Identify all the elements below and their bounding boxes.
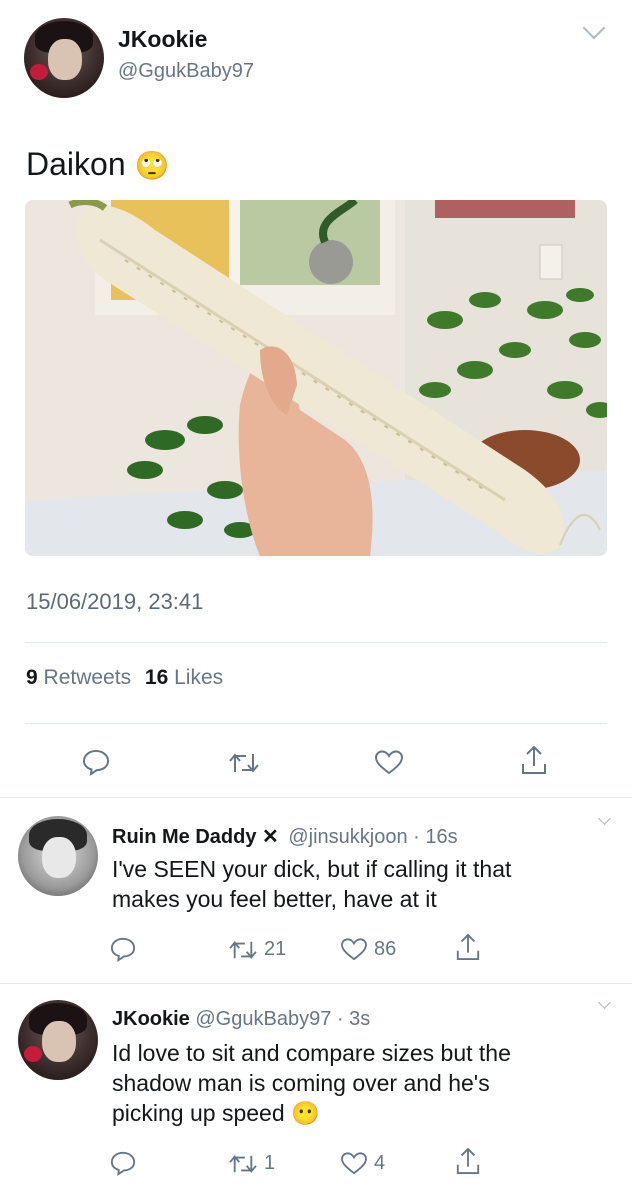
reply-icon[interactable] xyxy=(110,936,136,962)
tweet-text-body: Daikon xyxy=(26,146,126,182)
reply-icon[interactable] xyxy=(110,1150,136,1176)
avatar[interactable] xyxy=(24,18,104,98)
retweets-count: 9 xyxy=(26,666,38,689)
retweet-count: 1 xyxy=(264,1152,276,1174)
display-name[interactable]: JKookie xyxy=(112,1008,190,1030)
reply-text: Id love to sit and compare sizes but the… xyxy=(112,1038,511,1128)
divider xyxy=(25,723,607,724)
likes-label: Likes xyxy=(174,666,224,689)
retweet-count: 21 xyxy=(264,938,287,960)
chevron-down-icon[interactable] xyxy=(598,812,611,825)
separator-dot: · xyxy=(336,1008,344,1030)
reply-header: JKookie @GgukBaby97 · 3s xyxy=(112,1008,370,1031)
display-name[interactable]: Ruin Me Daddy xyxy=(112,826,256,848)
avatar[interactable] xyxy=(18,816,98,896)
reply-text-line: Id love to sit and compare sizes but the xyxy=(112,1040,511,1066)
retweet-icon[interactable] xyxy=(228,1152,258,1176)
display-name[interactable]: JKookie xyxy=(118,26,207,53)
like-icon[interactable] xyxy=(340,1151,368,1175)
divider xyxy=(0,797,632,798)
divider xyxy=(0,983,632,984)
separator-dot: · xyxy=(413,826,420,848)
daikon-photo xyxy=(25,200,607,556)
share-icon[interactable] xyxy=(455,1146,481,1176)
engagement-stats: 9 Retweets 16 Likes xyxy=(26,666,223,690)
reply-icon[interactable] xyxy=(82,748,110,776)
chevron-down-icon[interactable] xyxy=(582,16,606,40)
like-count: 86 xyxy=(374,938,397,960)
reply-time[interactable]: 3s xyxy=(349,1008,370,1030)
reply-text-line-last: picking up speed 😶 xyxy=(112,1098,511,1128)
tweet-text: Daikon 🙄 xyxy=(26,146,169,183)
share-icon[interactable] xyxy=(520,744,548,776)
reply-text-line: shadow man is coming over and he's xyxy=(112,1070,490,1096)
reply-text-line: I've SEEN your dick, but if calling it t… xyxy=(112,856,512,882)
reply-time[interactable]: 16s xyxy=(425,826,457,848)
handle[interactable]: @GgukBaby97 xyxy=(118,60,254,83)
avatar[interactable] xyxy=(18,1000,98,1080)
divider xyxy=(25,642,607,643)
handle[interactable]: @jinsukkjoon xyxy=(288,826,407,848)
likes-stat[interactable]: 16 Likes xyxy=(145,666,223,689)
tweet-image[interactable] xyxy=(25,200,607,556)
badge-x-icon: ✕ xyxy=(262,826,279,848)
likes-count: 16 xyxy=(144,666,169,689)
retweets-label: Retweets xyxy=(43,666,132,689)
reply-text-line: picking up speed xyxy=(112,1100,285,1126)
retweet-icon[interactable] xyxy=(228,750,260,776)
share-icon[interactable] xyxy=(455,932,481,962)
handle[interactable]: @GgukBaby97 xyxy=(195,1008,331,1030)
eye-roll-emoji: 🙄 xyxy=(134,150,170,181)
retweet-icon[interactable] xyxy=(228,938,258,962)
like-icon[interactable] xyxy=(374,749,404,775)
reply-text-line: makes you feel better, have at it xyxy=(112,886,437,912)
timestamp[interactable]: 15/06/2019, 23:41 xyxy=(26,589,203,615)
chevron-down-icon[interactable] xyxy=(598,996,611,1009)
retweets-stat[interactable]: 9 Retweets xyxy=(26,666,137,689)
reply-text: I've SEEN your dick, but if calling it t… xyxy=(112,854,511,914)
like-icon[interactable] xyxy=(340,937,368,961)
reply-header: Ruin Me Daddy ✕ @jinsukkjoon · 16s xyxy=(112,824,458,849)
like-count: 4 xyxy=(374,1152,386,1174)
no-mouth-emoji: 😶 xyxy=(291,1100,320,1126)
